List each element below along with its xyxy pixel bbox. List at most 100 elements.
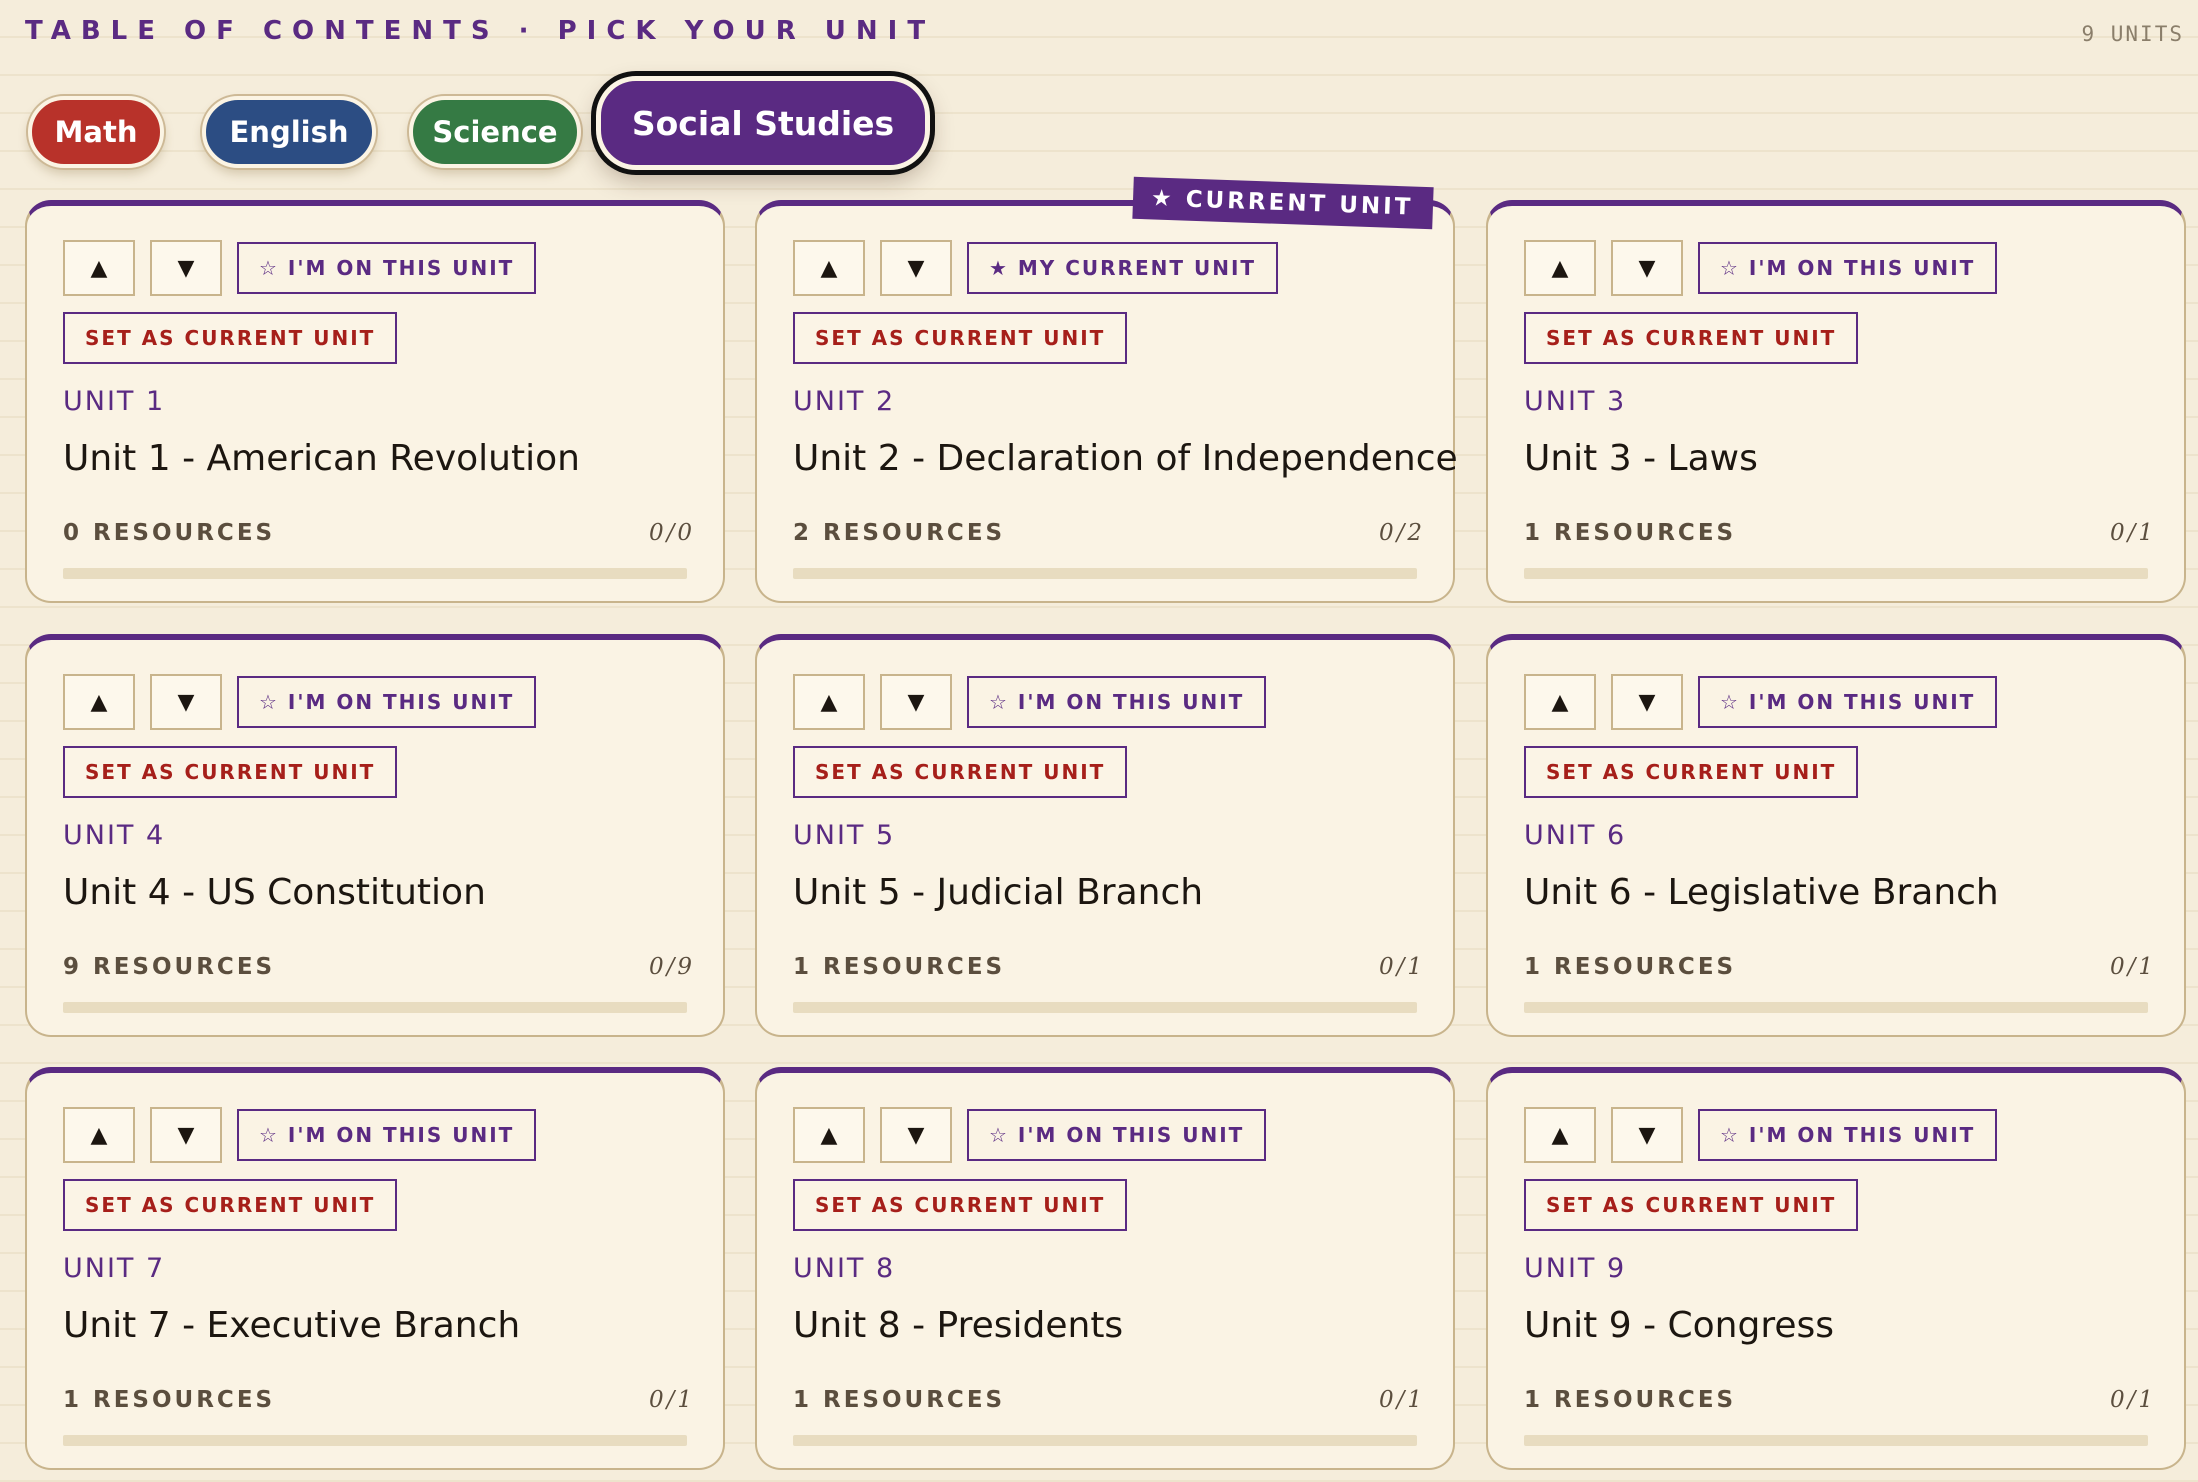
set-current-button[interactable]: SET AS CURRENT UNIT xyxy=(63,746,398,798)
unit-card-4: ▲ ▼ ☆ I'M ON THIS UNIT SET AS CURRENT UN… xyxy=(25,634,725,1037)
set-current-button[interactable]: SET AS CURRENT UNIT xyxy=(63,1179,398,1231)
unit-card-2: ▲ ▼ ★ MY CURRENT UNIT SET AS CURRENT UNI… xyxy=(755,176,1458,603)
unit-number: UNIT 3 xyxy=(1524,386,1627,417)
arrow-up-icon: ▲ xyxy=(90,255,108,281)
mark-current-button[interactable]: ☆ I'M ON THIS UNIT xyxy=(237,242,537,294)
progress-bar xyxy=(793,568,1417,579)
arrow-up-icon: ▲ xyxy=(90,689,108,715)
arrow-up-icon: ▲ xyxy=(1551,689,1569,715)
tab-math[interactable]: Math xyxy=(28,96,164,168)
unit-number: UNIT 8 xyxy=(793,1253,896,1284)
resource-count: 9 RESOURCES xyxy=(63,954,276,980)
move-up-button[interactable]: ▲ xyxy=(1524,674,1596,730)
resource-count: 0 RESOURCES xyxy=(63,520,276,546)
unit-title: Unit 1 - American Revolution xyxy=(63,438,580,479)
move-down-button[interactable]: ▼ xyxy=(1611,240,1683,296)
unit-title: Unit 2 - Declaration of Independence xyxy=(793,438,1458,479)
unit-count: 9 UNITS xyxy=(2081,22,2184,46)
move-down-button[interactable]: ▼ xyxy=(1611,674,1683,730)
mark-current-button[interactable]: ☆ I'M ON THIS UNIT xyxy=(1698,242,1998,294)
mark-current-button[interactable]: ★ MY CURRENT UNIT xyxy=(967,242,1279,294)
move-up-button[interactable]: ▲ xyxy=(793,674,865,730)
mark-current-button[interactable]: ☆ I'M ON THIS UNIT xyxy=(237,676,537,728)
unit-card-8: ▲ ▼ ☆ I'M ON THIS UNIT SET AS CURRENT UN… xyxy=(755,1067,1455,1470)
move-down-button[interactable]: ▼ xyxy=(150,1107,222,1163)
move-down-button[interactable]: ▼ xyxy=(150,240,222,296)
set-current-button[interactable]: SET AS CURRENT UNIT xyxy=(793,1179,1128,1231)
set-current-button[interactable]: SET AS CURRENT UNIT xyxy=(793,312,1128,364)
resource-count: 1 RESOURCES xyxy=(1524,520,1737,546)
arrow-up-icon: ▲ xyxy=(90,1122,108,1148)
tab-english[interactable]: English xyxy=(202,96,376,168)
progress-ratio: 0/1 xyxy=(2109,954,2156,980)
progress-bar xyxy=(793,1435,1417,1446)
set-current-button[interactable]: SET AS CURRENT UNIT xyxy=(1524,312,1859,364)
progress-ratio: 0/0 xyxy=(648,520,695,546)
progress-ratio: 0/2 xyxy=(1378,520,1425,546)
move-down-button[interactable]: ▼ xyxy=(880,674,952,730)
progress-ratio: 0/9 xyxy=(648,954,695,980)
move-up-button[interactable]: ▲ xyxy=(793,1107,865,1163)
progress-ratio: 0/1 xyxy=(1378,954,1425,980)
tab-social-studies[interactable]: Social Studies xyxy=(596,76,930,170)
move-up-button[interactable]: ▲ xyxy=(63,240,135,296)
progress-bar xyxy=(63,1435,687,1446)
unit-title: Unit 9 - Congress xyxy=(1524,1305,1835,1346)
set-current-button[interactable]: SET AS CURRENT UNIT xyxy=(63,312,398,364)
mark-current-button[interactable]: ☆ I'M ON THIS UNIT xyxy=(967,676,1267,728)
progress-bar xyxy=(1524,1435,2148,1446)
mark-current-button[interactable]: ☆ I'M ON THIS UNIT xyxy=(967,1109,1267,1161)
mark-current-button[interactable]: ☆ I'M ON THIS UNIT xyxy=(1698,1109,1998,1161)
move-up-button[interactable]: ▲ xyxy=(63,674,135,730)
unit-title: Unit 8 - Presidents xyxy=(793,1305,1124,1346)
move-up-button[interactable]: ▲ xyxy=(793,240,865,296)
arrow-down-icon: ▼ xyxy=(907,689,925,715)
set-current-button[interactable]: SET AS CURRENT UNIT xyxy=(1524,1179,1859,1231)
mark-current-button[interactable]: ☆ I'M ON THIS UNIT xyxy=(1698,676,1998,728)
arrow-down-icon: ▼ xyxy=(177,255,195,281)
arrow-down-icon: ▼ xyxy=(1638,255,1656,281)
page-title: TABLE OF CONTENTS · PICK YOUR UNIT xyxy=(25,16,936,46)
progress-ratio: 0/1 xyxy=(2109,1387,2156,1413)
unit-number: UNIT 9 xyxy=(1524,1253,1627,1284)
progress-ratio: 0/1 xyxy=(2109,520,2156,546)
move-down-button[interactable]: ▼ xyxy=(880,1107,952,1163)
progress-bar xyxy=(793,1002,1417,1013)
set-current-button[interactable]: SET AS CURRENT UNIT xyxy=(1524,746,1859,798)
resource-count: 1 RESOURCES xyxy=(1524,954,1737,980)
arrow-up-icon: ▲ xyxy=(820,689,838,715)
unit-card-6: ▲ ▼ ☆ I'M ON THIS UNIT SET AS CURRENT UN… xyxy=(1486,634,2186,1037)
resource-count: 1 RESOURCES xyxy=(793,1387,1006,1413)
unit-title: Unit 7 - Executive Branch xyxy=(63,1305,521,1346)
progress-bar xyxy=(63,1002,687,1013)
mark-current-button[interactable]: ☆ I'M ON THIS UNIT xyxy=(237,1109,537,1161)
move-down-button[interactable]: ▼ xyxy=(1611,1107,1683,1163)
tab-label: Social Studies xyxy=(631,103,895,143)
arrow-up-icon: ▲ xyxy=(820,1122,838,1148)
move-up-button[interactable]: ▲ xyxy=(1524,1107,1596,1163)
unit-number: UNIT 5 xyxy=(793,820,896,851)
move-down-button[interactable]: ▼ xyxy=(880,240,952,296)
move-up-button[interactable]: ▲ xyxy=(1524,240,1596,296)
tab-science[interactable]: Science xyxy=(409,96,581,168)
arrow-down-icon: ▼ xyxy=(177,689,195,715)
unit-card-3: ▲ ▼ ☆ I'M ON THIS UNIT SET AS CURRENT UN… xyxy=(1486,200,2186,603)
unit-number: UNIT 4 xyxy=(63,820,166,851)
arrow-down-icon: ▼ xyxy=(177,1122,195,1148)
move-down-button[interactable]: ▼ xyxy=(150,674,222,730)
unit-card-7: ▲ ▼ ☆ I'M ON THIS UNIT SET AS CURRENT UN… xyxy=(25,1067,725,1470)
resource-count: 1 RESOURCES xyxy=(1524,1387,1737,1413)
top-bar: TABLE OF CONTENTS · PICK YOUR UNIT 9 UNI… xyxy=(25,14,2184,54)
move-up-button[interactable]: ▲ xyxy=(63,1107,135,1163)
unit-card-9: ▲ ▼ ☆ I'M ON THIS UNIT SET AS CURRENT UN… xyxy=(1486,1067,2186,1470)
progress-ratio: 0/1 xyxy=(1378,1387,1425,1413)
set-current-button[interactable]: SET AS CURRENT UNIT xyxy=(793,746,1128,798)
unit-number: UNIT 7 xyxy=(63,1253,166,1284)
current-unit-ribbon: ★ CURRENT UNIT xyxy=(1131,176,1434,230)
tab-label: Math xyxy=(54,115,138,149)
progress-ratio: 0/1 xyxy=(648,1387,695,1413)
unit-card-1: ▲ ▼ ☆ I'M ON THIS UNIT SET AS CURRENT UN… xyxy=(25,200,725,603)
resource-count: 2 RESOURCES xyxy=(793,520,1006,546)
unit-number: UNIT 6 xyxy=(1524,820,1627,851)
resource-count: 1 RESOURCES xyxy=(63,1387,276,1413)
